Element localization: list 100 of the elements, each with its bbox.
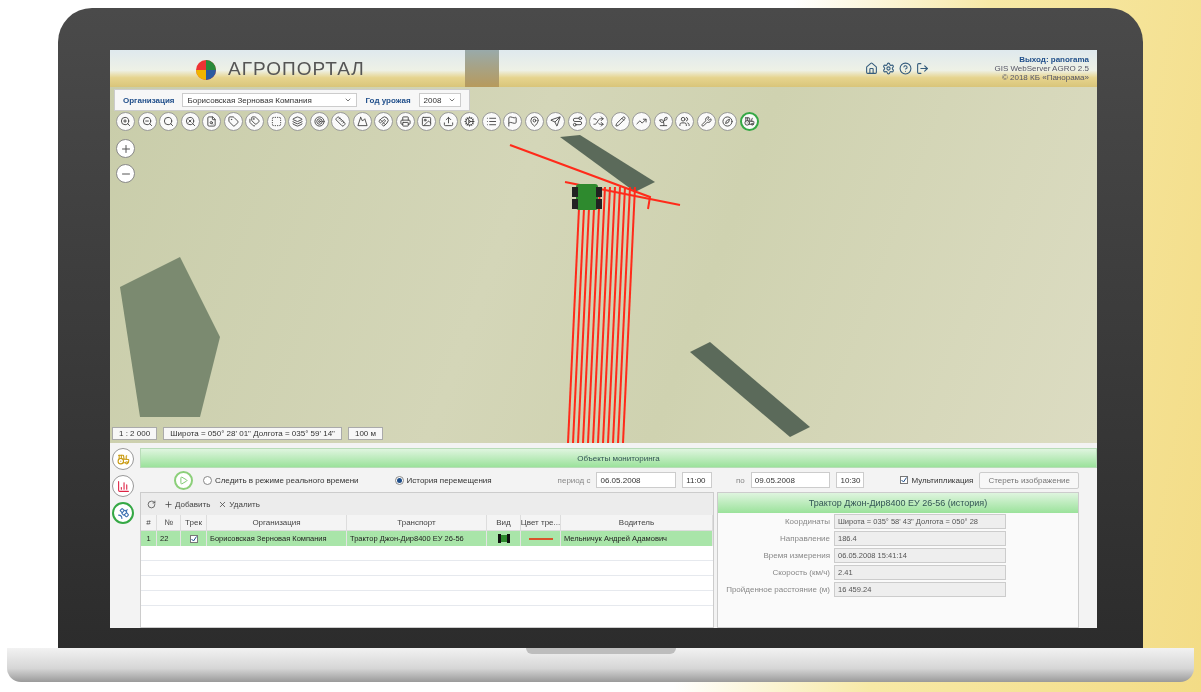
radio-dot[interactable]: [202, 475, 212, 485]
filter-label: Год урожая: [365, 95, 411, 105]
radio-dot[interactable]: [394, 475, 404, 485]
file-search-tool-button[interactable]: [202, 112, 221, 131]
play-icon: [178, 475, 188, 485]
list-icon: [485, 116, 497, 127]
map-pin-tool-button[interactable]: [524, 112, 544, 131]
mode-radio[interactable]: Следить в режиме реального времени: [202, 475, 359, 485]
mountain-tool-button[interactable]: [352, 112, 372, 131]
clear-image-button[interactable]: Стереть изображение: [979, 471, 1079, 489]
column-header[interactable]: Транспорт: [347, 515, 487, 530]
layers-tool-button[interactable]: [288, 112, 307, 131]
zoom-in-button[interactable]: [116, 139, 135, 158]
help-icon[interactable]: [899, 62, 912, 75]
column-header[interactable]: Организация: [207, 515, 347, 530]
printer-icon: [399, 116, 411, 127]
send-tool-button[interactable]: [546, 112, 565, 131]
ruler-tool-button[interactable]: [331, 112, 350, 131]
line-chart-tool-button[interactable]: [632, 112, 651, 131]
search-x-tool-button[interactable]: [180, 112, 200, 131]
gear-tool-button[interactable]: [460, 112, 479, 131]
tractor-tool-button[interactable]: [739, 112, 759, 131]
printer-tool-button[interactable]: [395, 112, 415, 131]
image-tool-button[interactable]: [417, 112, 436, 131]
column-header[interactable]: #: [141, 515, 157, 530]
tractor-icon: [743, 116, 755, 127]
home-icon[interactable]: [865, 62, 878, 75]
sprout-icon: [657, 116, 669, 127]
field-label: Время измерения: [762, 551, 830, 560]
close-icon: [218, 499, 228, 509]
refresh-button[interactable]: [147, 499, 156, 509]
period-from-label: период с: [557, 475, 591, 485]
logout-link[interactable]: Выход: panorama: [1019, 55, 1089, 64]
flag-icon: [507, 116, 518, 127]
people-icon: [679, 116, 690, 127]
organization-dropdown[interactable]: Борисовская Зерновая Компания: [182, 93, 358, 107]
wrench-tool-button[interactable]: [696, 112, 716, 131]
column-header[interactable]: Водитель: [561, 515, 713, 530]
product-name: GIS WebServer AGRO 2.5: [994, 64, 1089, 73]
shuffle-tool-button[interactable]: [589, 112, 608, 131]
time-to-field[interactable]: 10:30: [836, 472, 865, 488]
add-button[interactable]: Добавить: [164, 499, 211, 509]
logout-icon[interactable]: [916, 62, 929, 75]
field-label: Скорость (км/ч): [771, 568, 830, 577]
dashed-square-icon: [270, 116, 282, 127]
column-header[interactable]: Цвет тре...: [521, 515, 561, 530]
ruler-icon: [335, 116, 346, 127]
date-from-field[interactable]: 06.05.2008: [596, 472, 677, 488]
bar-chart-panel-button[interactable]: [112, 475, 134, 497]
satellite-icon: [116, 506, 130, 520]
details-title: Трактор Джон-Дир8400 ЕУ 26-56 (история): [718, 493, 1078, 513]
field-label: Направление: [779, 534, 830, 543]
target-icon: [313, 116, 325, 127]
flag-tool-button[interactable]: [503, 112, 522, 131]
delete-button[interactable]: Удалить: [218, 499, 260, 509]
target-tool-button[interactable]: [309, 112, 329, 131]
plus-icon: [119, 142, 132, 155]
dashed-square-tool-button[interactable]: [266, 112, 286, 131]
plus-icon: [164, 499, 173, 509]
satellite-panel-button[interactable]: [112, 502, 134, 524]
line-chart-icon: [636, 116, 647, 127]
route-tool-button[interactable]: [567, 112, 587, 131]
tag-tool-button[interactable]: [223, 112, 243, 131]
list-tool-button[interactable]: [481, 112, 501, 131]
date-to-field[interactable]: 09.05.2008: [750, 472, 831, 488]
compass-tool-button[interactable]: [718, 112, 737, 131]
zoom-in-tool-button[interactable]: [116, 112, 135, 131]
app-title: АГРОПОРТАЛ: [228, 57, 365, 80]
map-pin-icon: [528, 116, 540, 127]
zoom-out-icon: [141, 116, 153, 127]
column-header[interactable]: Вид: [487, 515, 521, 530]
wrench-icon: [700, 116, 712, 127]
column-header[interactable]: Трек: [181, 515, 207, 530]
multiplication-checkbox[interactable]: Мультипликация: [900, 475, 974, 485]
shuffle-icon: [593, 116, 604, 127]
scale-bar: 100 м: [347, 427, 384, 440]
zoom-out-button[interactable]: [116, 164, 135, 183]
checkbox-box[interactable]: [900, 476, 909, 484]
settings-icon[interactable]: [882, 62, 895, 75]
search-tool-button[interactable]: [159, 112, 178, 131]
year-dropdown[interactable]: 2008: [418, 93, 461, 107]
chevron-down-icon: [447, 96, 456, 104]
people-tool-button[interactable]: [675, 112, 694, 131]
file-search-icon: [206, 116, 217, 127]
pencil-tool-button[interactable]: [610, 112, 630, 131]
zoom-out-tool-button[interactable]: [137, 112, 157, 131]
mode-radio[interactable]: История перемещения: [394, 475, 492, 485]
tractor-icon[interactable]: [572, 184, 602, 210]
mountain-icon: [356, 116, 368, 127]
sprout-tool-button[interactable]: [653, 112, 673, 131]
time-from-field[interactable]: 11:00: [682, 472, 713, 488]
search-x-icon: [184, 116, 196, 127]
tags-tool-button[interactable]: [245, 112, 264, 131]
magnet-icon: [378, 116, 389, 127]
upload-icon: [442, 116, 454, 127]
column-header[interactable]: №: [157, 515, 181, 530]
tractor-panel-button[interactable]: [112, 448, 134, 470]
refresh-icon: [147, 499, 156, 509]
magnet-tool-button[interactable]: [374, 112, 393, 131]
upload-tool-button[interactable]: [438, 112, 458, 131]
